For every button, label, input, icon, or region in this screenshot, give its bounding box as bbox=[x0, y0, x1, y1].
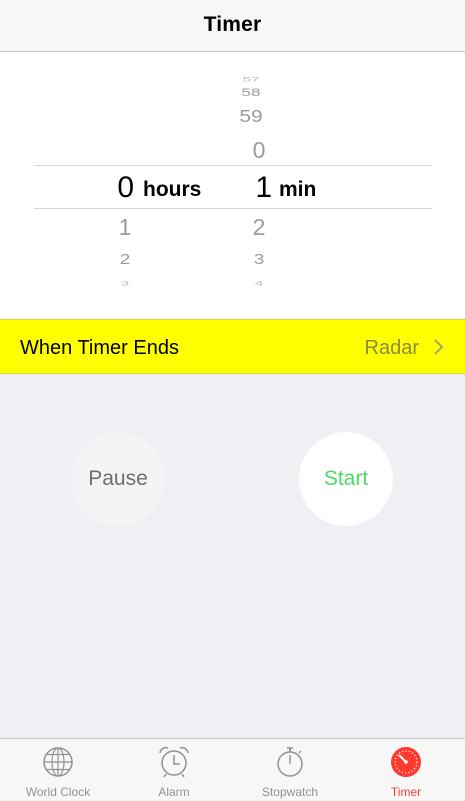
page-title: Timer bbox=[203, 13, 262, 36]
tab-stopwatch[interactable]: Stopwatch bbox=[232, 739, 348, 801]
when-timer-ends-row[interactable]: When Timer Ends Radar bbox=[0, 319, 465, 374]
chevron-right-icon bbox=[434, 339, 444, 355]
minutes-unit-label: min bbox=[279, 178, 317, 201]
time-picker[interactable]: 0 hours 1 2 3 57 58 59 0 1 min 2 3 4 bbox=[0, 52, 465, 319]
tab-label: World Clock bbox=[25, 785, 91, 799]
tab-label: Timer bbox=[390, 785, 422, 799]
tab-timer[interactable]: Timer bbox=[348, 739, 464, 801]
timer-sound-value: Radar bbox=[364, 337, 419, 359]
globe-icon bbox=[43, 747, 73, 777]
alarm-clock-icon bbox=[159, 746, 189, 778]
selection-line-top bbox=[34, 165, 432, 166]
tab-label: Stopwatch bbox=[261, 785, 319, 799]
stopwatch-icon bbox=[277, 747, 303, 777]
pause-button-label: Pause bbox=[88, 467, 148, 490]
tab-world-clock[interactable]: World Clock bbox=[0, 739, 116, 801]
nav-bar: Timer bbox=[0, 0, 465, 52]
timer-icon bbox=[391, 747, 421, 777]
tab-label: Alarm bbox=[158, 785, 190, 799]
selection-line-bottom bbox=[34, 208, 432, 209]
hours-option[interactable]: 1 bbox=[95, 216, 155, 239]
minutes-option[interactable]: 0 bbox=[229, 139, 289, 162]
hours-unit-label: hours bbox=[143, 178, 202, 201]
minutes-option[interactable]: 3 bbox=[229, 252, 289, 267]
hours-option[interactable]: 2 bbox=[95, 252, 155, 267]
minutes-option[interactable]: 58 bbox=[221, 87, 281, 98]
minutes-option[interactable]: 2 bbox=[229, 216, 289, 239]
minutes-selected-value: 1 bbox=[255, 171, 272, 204]
start-button-label: Start bbox=[323, 467, 369, 490]
when-timer-ends-label: When Timer Ends bbox=[20, 337, 179, 359]
start-button[interactable]: Start bbox=[299, 432, 393, 526]
hours-selected-value: 0 bbox=[117, 171, 134, 204]
tab-alarm[interactable]: Alarm bbox=[116, 739, 232, 801]
hours-option[interactable]: 3 bbox=[95, 280, 155, 287]
minutes-option[interactable]: 4 bbox=[229, 280, 289, 287]
pause-button[interactable]: Pause bbox=[71, 432, 165, 526]
tab-bar: World Clock Alarm Stopwatch Timer bbox=[0, 738, 465, 800]
minutes-option[interactable]: 59 bbox=[221, 108, 281, 126]
minutes-option[interactable]: 57 bbox=[221, 77, 281, 83]
